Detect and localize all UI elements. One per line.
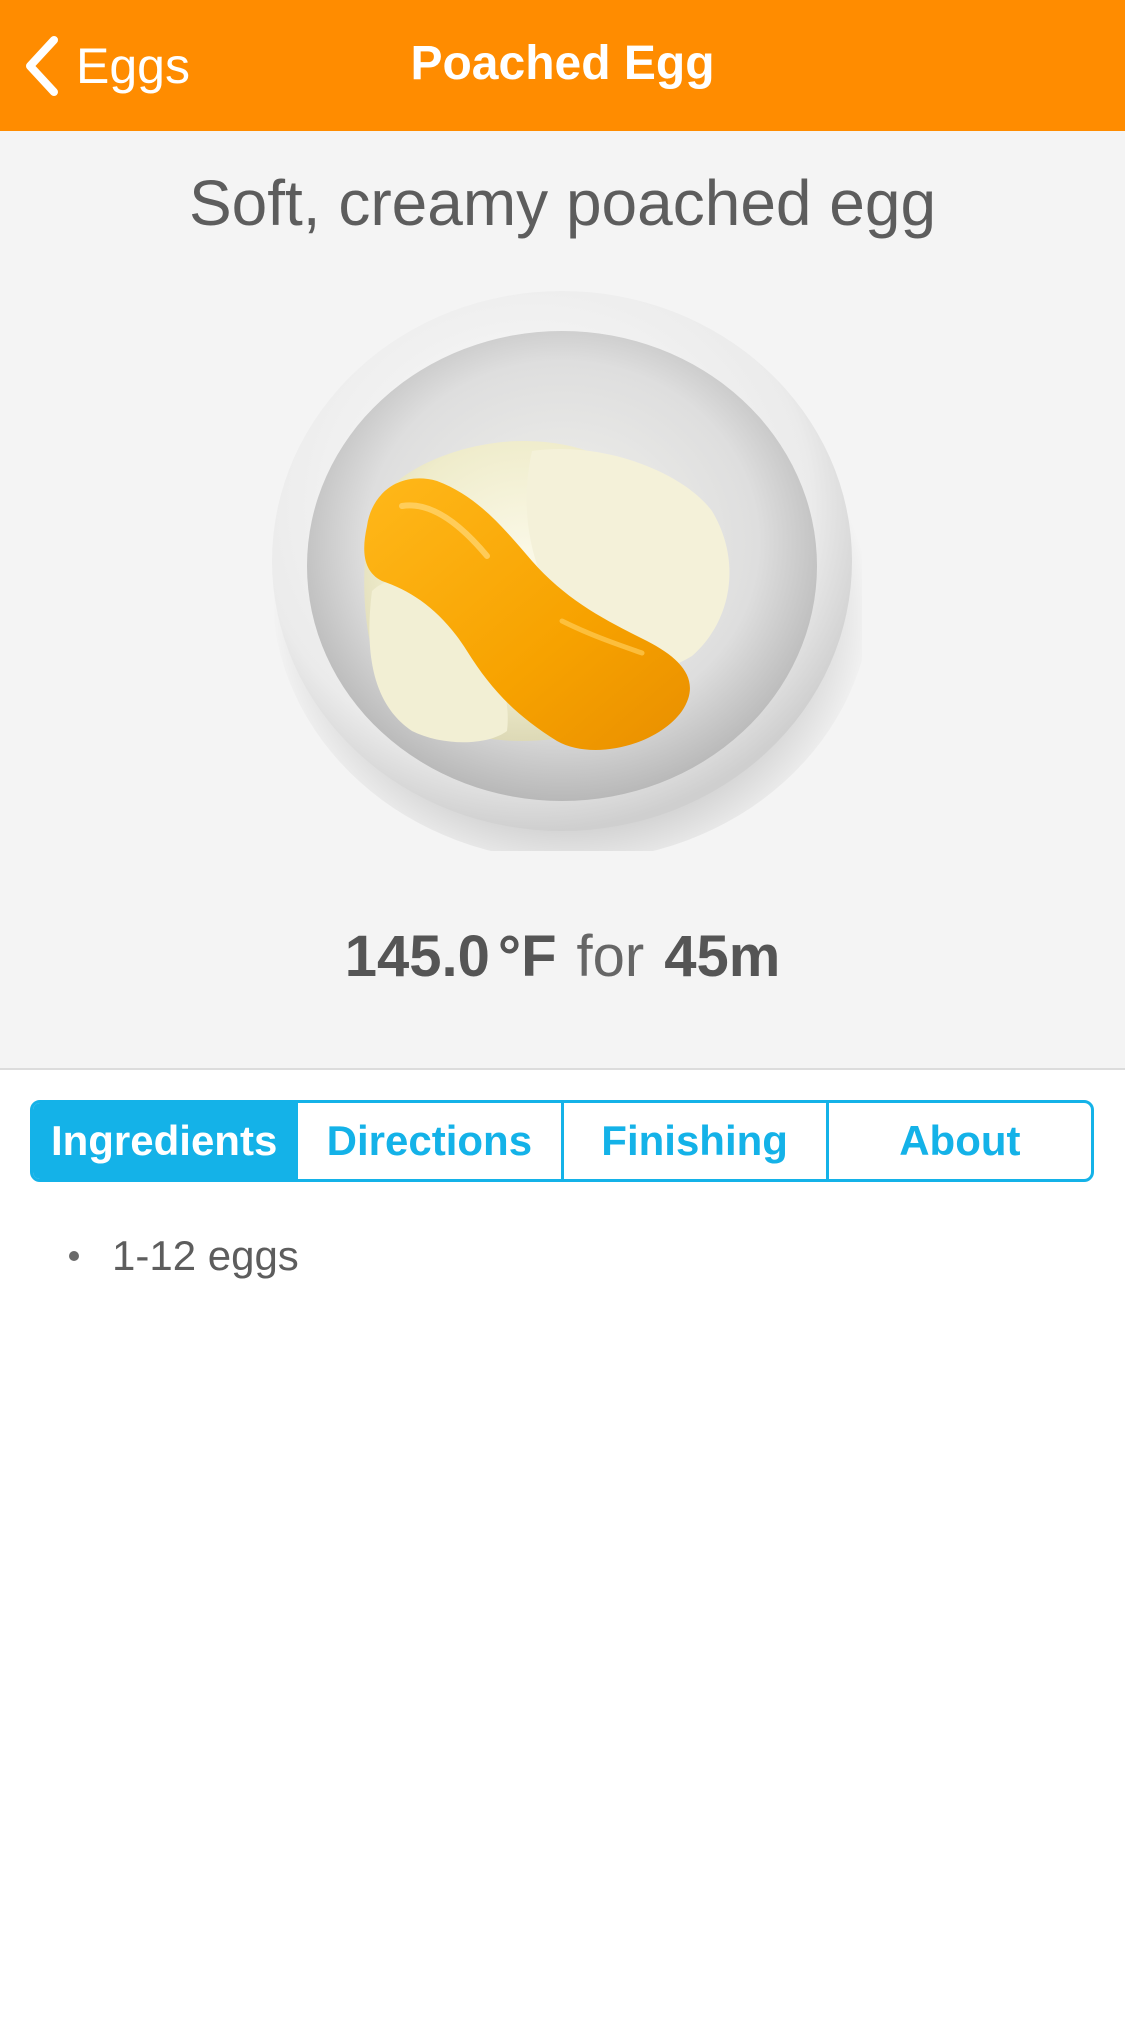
tab-ingredients[interactable]: Ingredients <box>33 1103 296 1179</box>
for-connector: for <box>576 924 645 989</box>
back-button-label: Eggs <box>76 38 190 94</box>
tab-about[interactable]: About <box>825 1103 1091 1179</box>
tab-finishing[interactable]: Finishing <box>560 1103 826 1179</box>
list-item: 1-12 eggs <box>60 1226 1060 1286</box>
recipe-hero: Soft, creamy poached egg 145.0 °F for 45… <box>0 131 1125 1070</box>
cook-parameters: 145.0 °F for 45m <box>0 921 1125 993</box>
tab-directions[interactable]: Directions <box>295 1103 560 1179</box>
temperature-value: 145.0 <box>344 924 490 989</box>
temperature-unit: °F <box>497 924 557 989</box>
poached-egg-photo <box>272 291 862 851</box>
back-button[interactable]: Eggs <box>22 30 190 102</box>
ingredient-text: 1-12 eggs <box>112 1232 299 1279</box>
duration-value: 45m <box>664 924 781 989</box>
navigation-bar: Eggs Poached Egg <box>0 0 1125 131</box>
bullet-icon <box>69 1251 79 1261</box>
recipe-subtitle: Soft, creamy poached egg <box>188 167 937 239</box>
chevron-left-icon <box>26 36 58 96</box>
ingredients-list: 1-12 eggs <box>60 1226 1060 1286</box>
recipe-tabs: Ingredients Directions Finishing About <box>30 1100 1094 1182</box>
